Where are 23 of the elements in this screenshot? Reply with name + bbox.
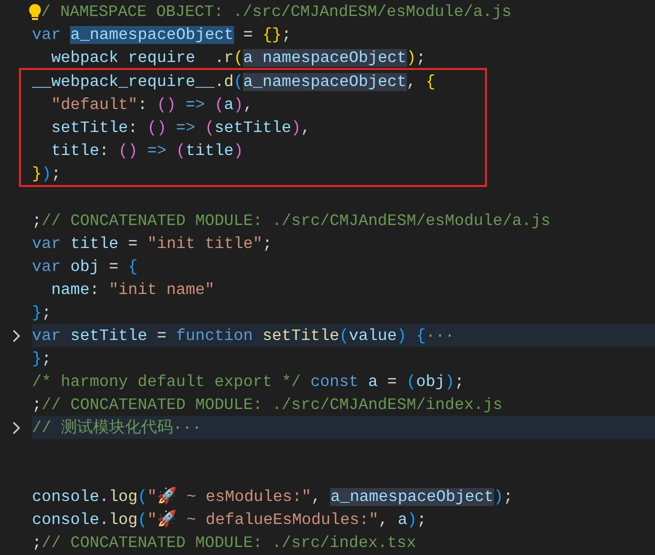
lightbulb-icon[interactable] <box>28 2 42 20</box>
code-line: ;// CONCATENATED MODULE: ./src/CMJAndESM/esModule/a.js <box>32 210 550 232</box>
code-line: "default": () => (a), <box>50 94 253 116</box>
code-line: var title = "init title"; <box>32 234 272 254</box>
code-line: ;// CONCATENATED MODULE: ./src/index.tsx <box>32 532 416 554</box>
code-line: var obj = { <box>32 256 138 278</box>
code-line: /* harmony default export */ const a = (obj); <box>32 372 464 392</box>
code-line: / NAMESPACE OBJECT: ./src/CMJAndESM/esModule/a.js <box>41 2 512 22</box>
code-line: title: () => (title) <box>50 140 244 162</box>
code-line: var setTitle = function setTitle(value) {··· <box>32 326 455 346</box>
code-line: }; <box>32 302 52 324</box>
chevron-icon[interactable] <box>12 328 20 342</box>
code-line: }; <box>32 348 52 370</box>
code-line: console.log("🚀 ~ defalueEsModules:", a); <box>32 508 427 530</box>
code-line: console.log("🚀 ~ esModules:", a_namespaceObject); <box>32 486 513 508</box>
code-line: webpack require .r(a namespaceObject); <box>50 48 426 68</box>
code-line: }); <box>32 164 61 184</box>
chevron-icon[interactable] <box>12 420 20 434</box>
code-line: ;// CONCATENATED MODULE: ./src/CMJAndESM/index.js <box>32 394 502 416</box>
code-line: // 测试模块化代码··· <box>32 418 202 438</box>
code-line: setTitle: () => (setTitle), <box>50 118 310 138</box>
code-line: __webpack_require__.d(a_namespaceObject, { <box>32 72 436 92</box>
code-line: name: "init name" <box>50 280 214 300</box>
